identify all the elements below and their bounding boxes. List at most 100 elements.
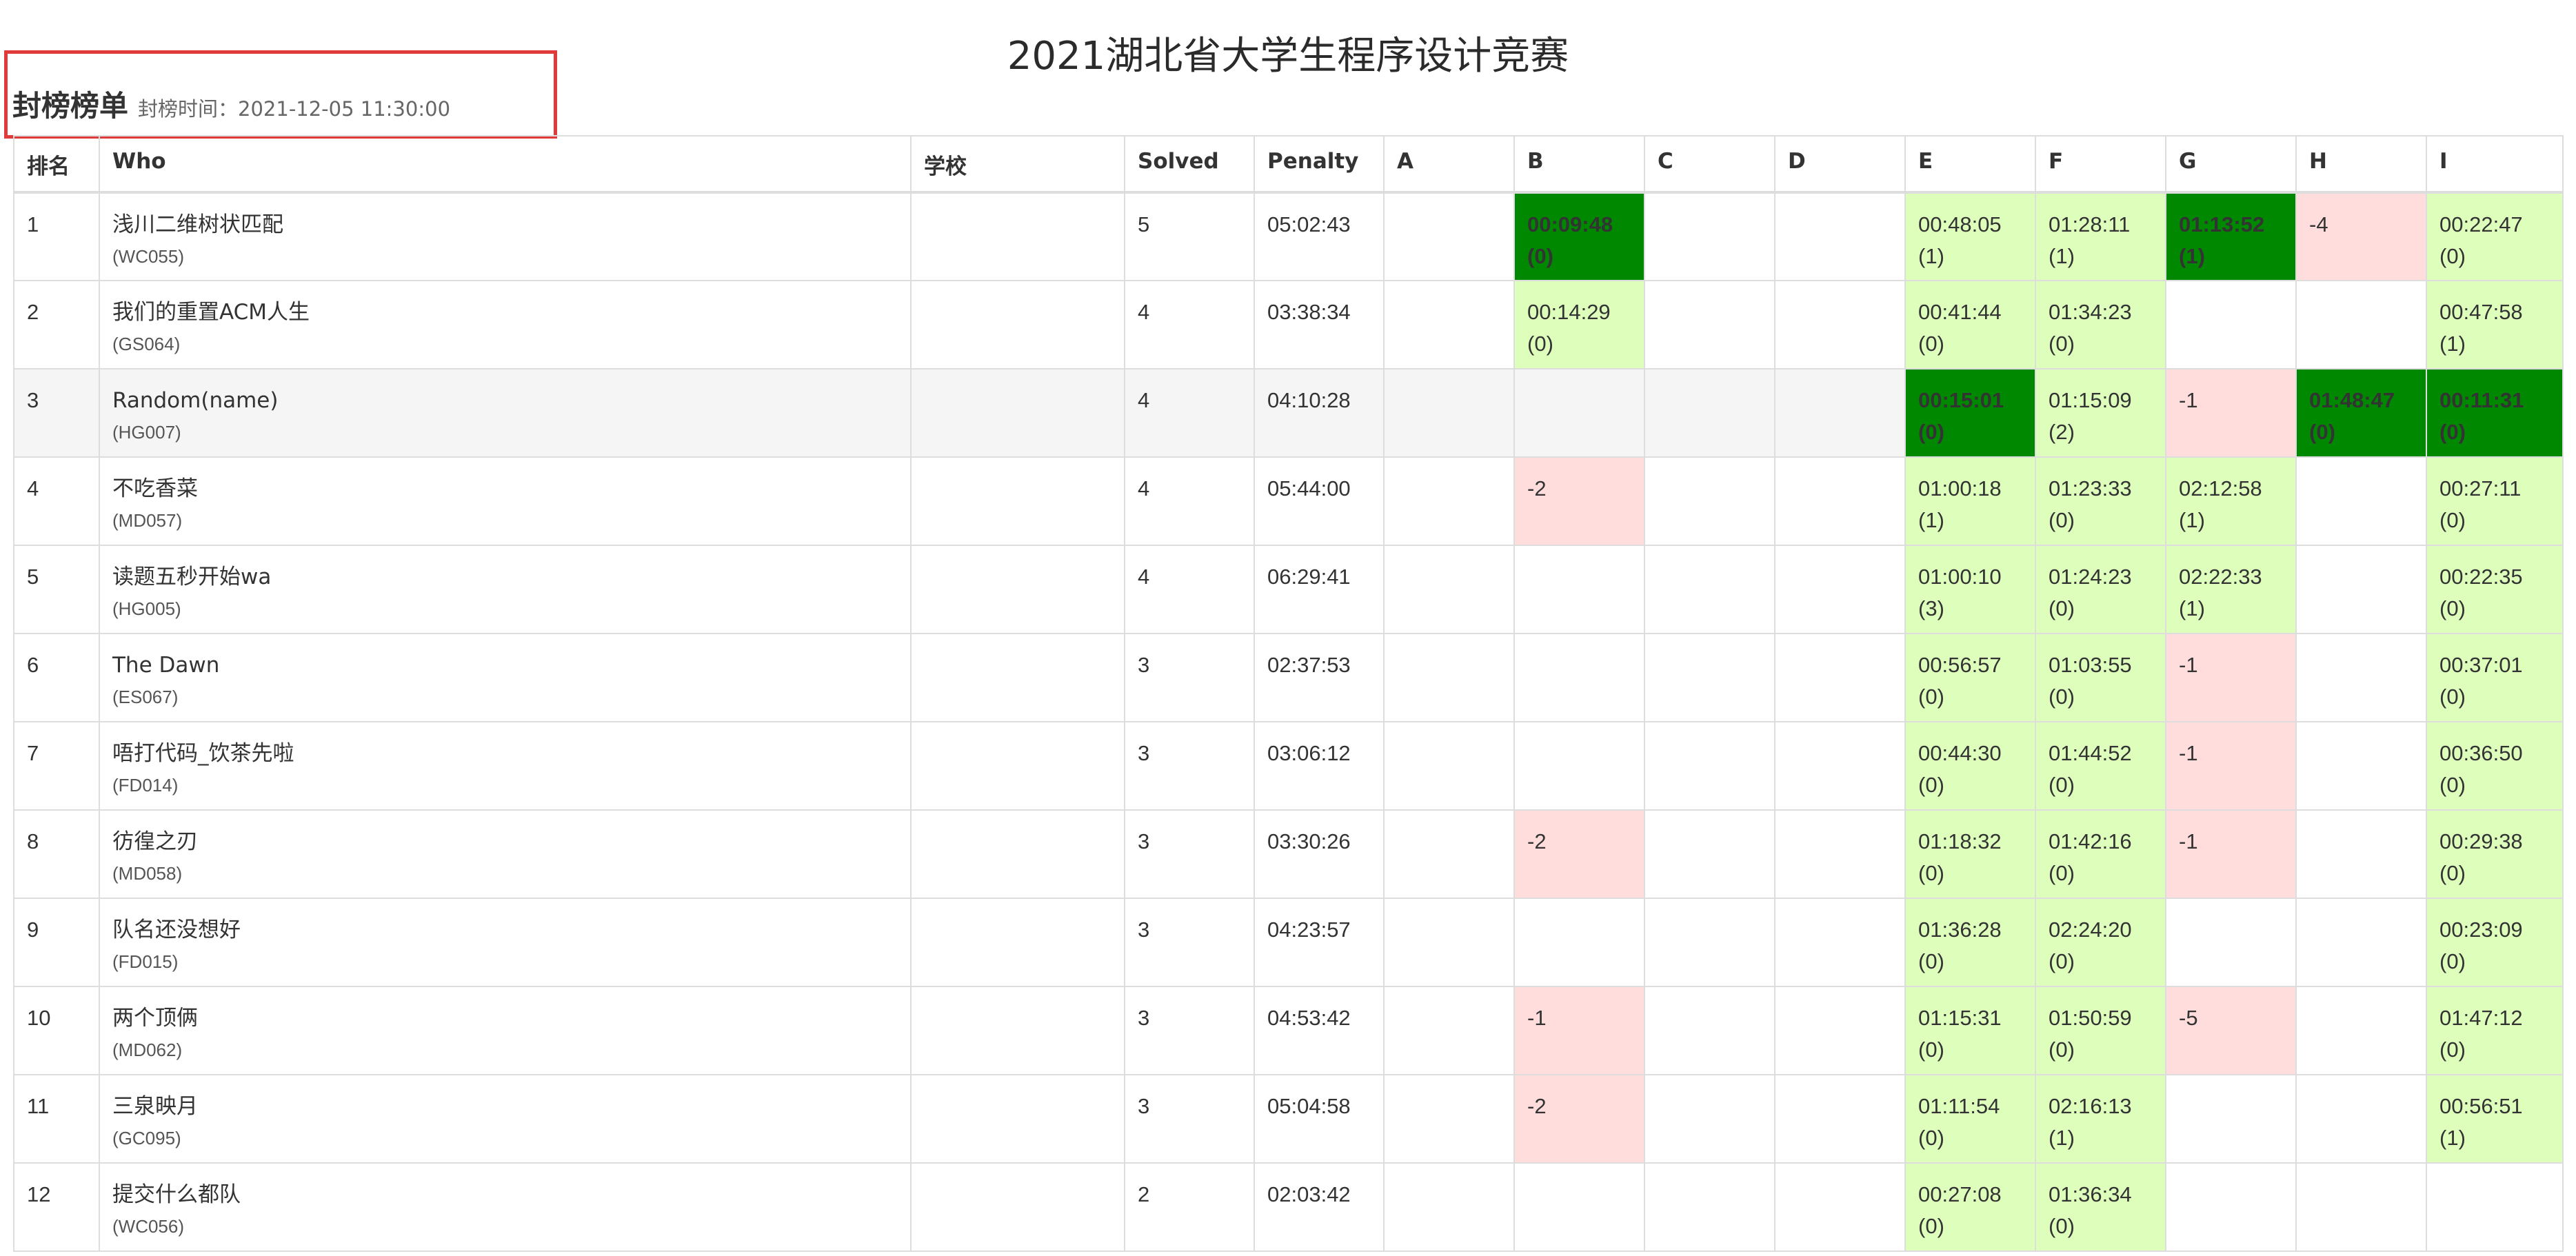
column-header-problem-d[interactable]: D: [1774, 135, 1906, 194]
problem-cell-d[interactable]: [1774, 1074, 1906, 1164]
problem-cell-e[interactable]: 01:36:28 (0): [1904, 898, 2036, 987]
problem-cell-h[interactable]: -4: [2295, 192, 2427, 281]
problem-cell-e[interactable]: 01:00:18 (1): [1904, 456, 2036, 546]
problem-cell-h[interactable]: [2295, 456, 2427, 546]
problem-cell-c[interactable]: [1644, 368, 1775, 458]
problem-cell-d[interactable]: [1774, 633, 1906, 722]
table-row[interactable]: 4 不吃香菜 (MD057) 4 05:44:00 -2 01:00:18 (1) 01:23:…: [13, 456, 2564, 546]
problem-cell-i[interactable]: 00:37:01 (0): [2426, 633, 2564, 722]
problem-cell-c[interactable]: [1644, 1074, 1775, 1164]
problem-cell-d[interactable]: [1774, 280, 1906, 369]
team-name[interactable]: 不吃香菜: [112, 473, 898, 505]
column-header-problem-f[interactable]: F: [2035, 135, 2166, 194]
problem-cell-d[interactable]: [1774, 1162, 1906, 1252]
column-header-problem-a[interactable]: A: [1383, 135, 1515, 194]
problem-cell-a[interactable]: [1383, 192, 1515, 281]
problem-cell-g[interactable]: 01:13:52 (1): [2165, 192, 2297, 281]
problem-cell-b[interactable]: [1513, 1162, 1645, 1252]
table-row[interactable]: 3 Random(name) (HG007) 4 04:10:28 00:15:01 (0)…: [13, 368, 2564, 458]
table-row[interactable]: 12 提交什么都队 (WC056) 2 02:03:42 00:27:08 (0) 01:36…: [13, 1162, 2564, 1252]
problem-cell-b[interactable]: -2: [1513, 456, 1645, 546]
problem-cell-f[interactable]: 01:44:52 (0): [2035, 721, 2166, 811]
table-row[interactable]: 5 读题五秒开始wa (HG005) 4 06:29:41 01:00:10 (3) 01:2…: [13, 545, 2564, 634]
problem-cell-f[interactable]: 02:24:20 (0): [2035, 898, 2166, 987]
problem-cell-e[interactable]: 01:15:31 (0): [1904, 986, 2036, 1075]
problem-cell-e[interactable]: 01:18:32 (0): [1904, 809, 2036, 899]
problem-cell-e[interactable]: 00:44:30 (0): [1904, 721, 2036, 811]
problem-cell-h[interactable]: [2295, 1074, 2427, 1164]
table-row[interactable]: 1 浅川二维树状匹配 (WC055) 5 05:02:43 00:09:48 (0) 00:4…: [13, 192, 2564, 281]
problem-cell-c[interactable]: [1644, 633, 1775, 722]
problem-cell-f[interactable]: 01:42:16 (0): [2035, 809, 2166, 899]
column-header-school[interactable]: 学校: [910, 135, 1125, 194]
problem-cell-g[interactable]: -1: [2165, 368, 2297, 458]
problem-cell-a[interactable]: [1383, 986, 1515, 1075]
problem-cell-d[interactable]: [1774, 721, 1906, 811]
problem-cell-g[interactable]: [2165, 1074, 2297, 1164]
problem-cell-f[interactable]: 01:23:33 (0): [2035, 456, 2166, 546]
problem-cell-e[interactable]: 01:11:54 (0): [1904, 1074, 2036, 1164]
problem-cell-a[interactable]: [1383, 280, 1515, 369]
team-name[interactable]: 队名还没想好: [112, 914, 898, 946]
problem-cell-h[interactable]: [2295, 280, 2427, 369]
team-name[interactable]: 我们的重置ACM人生: [112, 296, 898, 328]
problem-cell-a[interactable]: [1383, 545, 1515, 634]
team-name[interactable]: 提交什么都队: [112, 1179, 898, 1211]
problem-cell-i[interactable]: 00:27:11 (0): [2426, 456, 2564, 546]
column-header-penalty[interactable]: Penalty: [1254, 135, 1385, 194]
problem-cell-g[interactable]: -1: [2165, 633, 2297, 722]
problem-cell-c[interactable]: [1644, 809, 1775, 899]
team-name[interactable]: 读题五秒开始wa: [112, 561, 898, 593]
problem-cell-i[interactable]: 00:22:35 (0): [2426, 545, 2564, 634]
problem-cell-a[interactable]: [1383, 633, 1515, 722]
column-header-solved[interactable]: Solved: [1124, 135, 1255, 194]
problem-cell-f[interactable]: 01:34:23 (0): [2035, 280, 2166, 369]
table-row[interactable]: 10 两个顶俩 (MD062) 3 04:53:42 -1 01:15:31 (0) 01:50…: [13, 986, 2564, 1075]
problem-cell-h[interactable]: [2295, 545, 2427, 634]
problem-cell-g[interactable]: -1: [2165, 721, 2297, 811]
problem-cell-h[interactable]: [2295, 721, 2427, 811]
problem-cell-h[interactable]: [2295, 898, 2427, 987]
table-row[interactable]: 11 三泉映月 (GC095) 3 05:04:58 -2 01:11:54 (0) 02:16…: [13, 1074, 2564, 1164]
problem-cell-g[interactable]: -5: [2165, 986, 2297, 1075]
problem-cell-h[interactable]: [2295, 1162, 2427, 1252]
problem-cell-g[interactable]: 02:12:58 (1): [2165, 456, 2297, 546]
column-header-problem-b[interactable]: B: [1513, 135, 1645, 194]
team-name[interactable]: 三泉映月: [112, 1091, 898, 1122]
table-row[interactable]: 2 我们的重置ACM人生 (GS064) 4 03:38:34 00:14:29 (0) 00…: [13, 280, 2564, 369]
problem-cell-d[interactable]: [1774, 545, 1906, 634]
problem-cell-c[interactable]: [1644, 986, 1775, 1075]
problem-cell-c[interactable]: [1644, 456, 1775, 546]
problem-cell-i[interactable]: 00:36:50 (0): [2426, 721, 2564, 811]
table-row[interactable]: 6 The Dawn (ES067) 3 02:37:53 00:56:57 (0) 01:0…: [13, 633, 2564, 722]
problem-cell-h[interactable]: 01:48:47 (0): [2295, 368, 2427, 458]
problem-cell-c[interactable]: [1644, 192, 1775, 281]
problem-cell-c[interactable]: [1644, 721, 1775, 811]
problem-cell-i[interactable]: 01:47:12 (0): [2426, 986, 2564, 1075]
problem-cell-b[interactable]: -2: [1513, 809, 1645, 899]
team-name[interactable]: 两个顶俩: [112, 1002, 898, 1034]
problem-cell-b[interactable]: [1513, 368, 1645, 458]
problem-cell-c[interactable]: [1644, 898, 1775, 987]
problem-cell-b[interactable]: [1513, 633, 1645, 722]
column-header-problem-e[interactable]: E: [1904, 135, 2036, 194]
problem-cell-b[interactable]: 00:09:48 (0): [1513, 192, 1645, 281]
problem-cell-c[interactable]: [1644, 280, 1775, 369]
problem-cell-g[interactable]: [2165, 1162, 2297, 1252]
problem-cell-a[interactable]: [1383, 898, 1515, 987]
problem-cell-i[interactable]: [2426, 1162, 2564, 1252]
problem-cell-a[interactable]: [1383, 1162, 1515, 1252]
problem-cell-a[interactable]: [1383, 456, 1515, 546]
problem-cell-f[interactable]: 02:16:13 (1): [2035, 1074, 2166, 1164]
problem-cell-i[interactable]: 00:29:38 (0): [2426, 809, 2564, 899]
problem-cell-c[interactable]: [1644, 545, 1775, 634]
problem-cell-e[interactable]: 01:00:10 (3): [1904, 545, 2036, 634]
team-name[interactable]: 唔打代码_饮茶先啦: [112, 738, 898, 769]
problem-cell-h[interactable]: [2295, 986, 2427, 1075]
problem-cell-d[interactable]: [1774, 898, 1906, 987]
problem-cell-b[interactable]: [1513, 898, 1645, 987]
problem-cell-b[interactable]: -1: [1513, 986, 1645, 1075]
column-header-rank[interactable]: 排名: [13, 135, 100, 194]
problem-cell-b[interactable]: 00:14:29 (0): [1513, 280, 1645, 369]
problem-cell-e[interactable]: 00:48:05 (1): [1904, 192, 2036, 281]
